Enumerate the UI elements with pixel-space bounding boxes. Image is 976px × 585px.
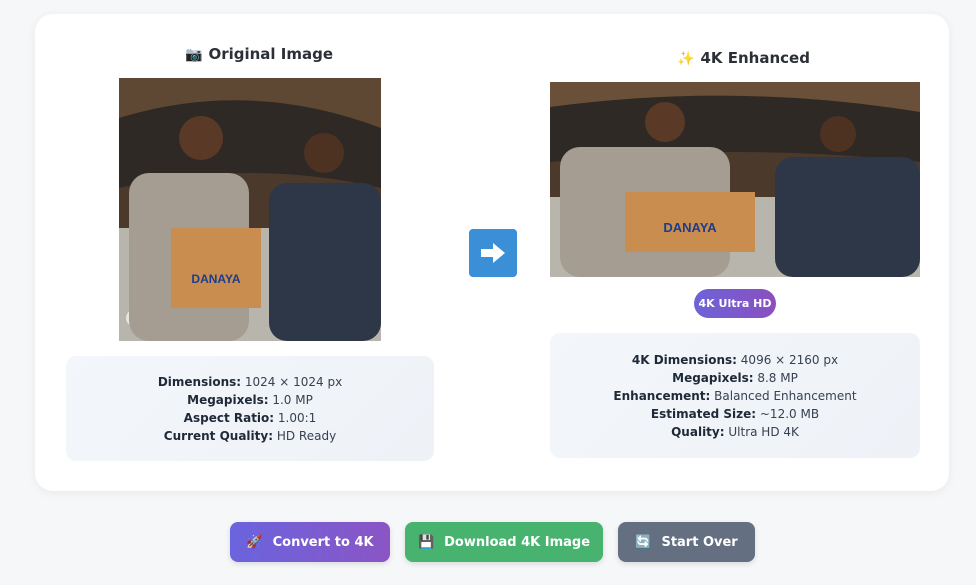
detail-row: Current Quality: HD Ready [163, 428, 337, 443]
sparkles-icon: ✨ [677, 51, 695, 67]
brand-logo-text: DANAYA [191, 272, 240, 286]
original-title: 📷 Original Image [185, 45, 334, 63]
enhanced-image: DANAYA [550, 82, 920, 277]
detail-row: Dimensions: 1024 × 1024 px [157, 374, 343, 389]
original-image: DANAYA [119, 78, 381, 341]
enhanced-details: 4K Dimensions: 4096 × 2160 px Megapixels… [550, 333, 920, 458]
detail-row: Megapixels: 8.8 MP [672, 370, 798, 385]
floppy-disk-icon: 💾 [417, 534, 435, 550]
enhanced-title: ✨ 4K Enhanced [677, 49, 810, 67]
convert-button-label: Convert to 4K [272, 534, 374, 550]
convert-button[interactable]: 🚀 Convert to 4K [230, 522, 390, 562]
refresh-icon: 🔄 [635, 534, 652, 550]
arrow-right-icon [469, 229, 517, 277]
start-over-button[interactable]: 🔄 Start Over [618, 522, 755, 562]
detail-row: Megapixels: 1.0 MP [187, 392, 313, 407]
download-button-label: Download 4K Image [444, 534, 591, 550]
brand-logo-text: DANAYA [663, 220, 717, 235]
detail-row: Quality: Ultra HD 4K [671, 424, 799, 439]
camera-icon: 📷 [185, 47, 203, 63]
detail-row: 4K Dimensions: 4096 × 2160 px [631, 352, 839, 367]
quality-badge: 4K Ultra HD [694, 289, 776, 318]
original-details: Dimensions: 1024 × 1024 px Megapixels: 1… [66, 356, 434, 461]
rocket-icon: 🚀 [246, 534, 263, 550]
start-over-button-label: Start Over [661, 534, 738, 550]
detail-row: Enhancement: Balanced Enhancement [613, 388, 857, 403]
download-button[interactable]: 💾 Download 4K Image [405, 522, 603, 562]
detail-row: Aspect Ratio: 1.00:1 [183, 410, 317, 425]
detail-row: Estimated Size: ~12.0 MB [650, 406, 820, 421]
